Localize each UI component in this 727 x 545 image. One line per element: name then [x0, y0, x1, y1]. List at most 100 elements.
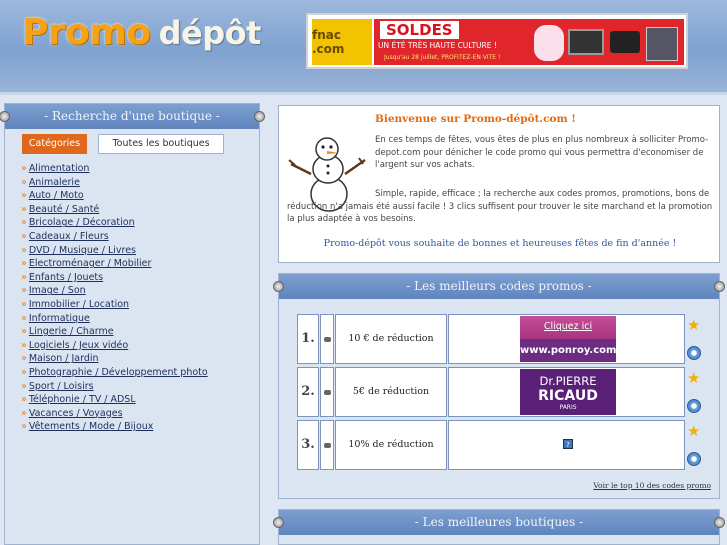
category-item[interactable]: » Informatique — [21, 312, 208, 326]
welcome-box: Bienvenue sur Promo-dépôt.com ! En ces t… — [278, 105, 720, 263]
shop-search-panel: - Recherche d'une boutique - Catégories … — [0, 103, 265, 545]
category-item[interactable]: » Electroménager / Mobilier — [21, 257, 208, 271]
bullet-icon: » — [21, 326, 27, 338]
logo-depot-text: dépôt — [158, 14, 262, 52]
category-item[interactable]: » Logiciels / Jeux vidéo — [21, 339, 208, 353]
category-link[interactable]: Electroménager / Mobilier — [29, 258, 152, 269]
category-item[interactable]: » Photographie / Développement photo — [21, 366, 208, 380]
category-link[interactable]: Beauté / Santé — [29, 204, 99, 215]
category-item[interactable]: » Lingerie / Charme — [21, 325, 208, 339]
category-link[interactable]: Animalerie — [29, 177, 80, 188]
bullet-cell — [320, 420, 334, 470]
bullet-icon: » — [21, 353, 27, 365]
star-icon[interactable]: ★ — [687, 423, 703, 439]
top10-codes-link[interactable]: Voir le top 10 des codes promo — [593, 481, 711, 490]
category-link[interactable]: Immobilier / Location — [29, 299, 129, 310]
bullet-icon — [324, 390, 331, 395]
category-item[interactable]: » Image / Son — [21, 284, 208, 298]
category-link[interactable]: Vêtements / Mode / Bijoux — [29, 421, 154, 432]
shop-logo-cell: Dr.PIERRE RICAUD PARIS — [448, 367, 685, 417]
best-shops-panel: - Les meilleures boutiques - — [273, 509, 725, 545]
category-item[interactable]: » Animalerie — [21, 176, 208, 190]
category-link[interactable]: Image / Son — [29, 285, 86, 296]
welcome-wishes: Promo-dépôt vous souhaite de bonnes et h… — [323, 238, 677, 249]
category-item[interactable]: » Cadeaux / Fleurs — [21, 230, 208, 244]
shop-search-title: - Recherche d'une boutique - — [44, 109, 220, 123]
category-link[interactable]: Sport / Loisirs — [29, 381, 94, 392]
category-item[interactable]: » Enfants / Jouets — [21, 271, 208, 285]
bullet-icon: » — [21, 285, 27, 297]
banner-promo-area: SOLDES UN ÉTÉ TRÈS HAUTE CULTURE ! Jusqu… — [374, 19, 684, 65]
category-item[interactable]: » Maison / Jardin — [21, 352, 208, 366]
rank-number: 1. — [297, 314, 319, 364]
code-description[interactable]: 10 € de réduction — [335, 314, 447, 364]
bullet-icon: » — [21, 407, 27, 419]
site-logo[interactable]: Promo dépôt — [22, 12, 261, 53]
table-row: 3. 10% de réduction ? ★ — [297, 420, 707, 473]
welcome-paragraph-1: En ces temps de fêtes, vous êtes de plus… — [375, 135, 709, 170]
category-item[interactable]: » DVD / Musique / Livres — [21, 244, 208, 258]
category-link[interactable]: Bricolage / Décoration — [29, 217, 135, 228]
tab-categories[interactable]: Catégories — [22, 134, 87, 154]
clock-icon[interactable] — [687, 452, 701, 466]
bullet-icon: » — [21, 312, 27, 324]
bolt-icon — [273, 517, 284, 528]
category-link[interactable]: Enfants / Jouets — [29, 272, 103, 283]
category-link[interactable]: Alimentation — [29, 163, 90, 174]
category-link[interactable]: Photographie / Développement photo — [29, 367, 208, 378]
bullet-cell — [320, 367, 334, 417]
category-item[interactable]: » Immobilier / Location — [21, 298, 208, 312]
fnac-ad-banner[interactable]: fnac .com SOLDES UN ÉTÉ TRÈS HAUTE CULTU… — [306, 13, 688, 69]
ponroy-logo[interactable]: Cliquez ici www.ponroy.com — [520, 316, 616, 362]
missing-image-icon[interactable]: ? — [563, 439, 573, 449]
code-description[interactable]: 5€ de réduction — [335, 367, 447, 417]
category-link[interactable]: Auto / Moto — [29, 190, 84, 201]
bolt-icon — [714, 281, 725, 292]
bullet-icon: » — [21, 190, 27, 202]
category-link[interactable]: Lingerie / Charme — [29, 326, 114, 337]
bullet-icon: » — [21, 258, 27, 270]
pierre-ricaud-logo[interactable]: Dr.PIERRE RICAUD PARIS — [520, 369, 616, 415]
category-item[interactable]: » Vêtements / Mode / Bijoux — [21, 420, 208, 434]
best-codes-table: 1. 10 € de réduction Cliquez ici www.pon… — [297, 314, 707, 473]
bolt-icon — [273, 281, 284, 292]
bullet-icon: » — [21, 394, 27, 406]
ponroy-click-here[interactable]: Cliquez ici — [520, 316, 616, 339]
clock-icon[interactable] — [687, 346, 701, 360]
category-link[interactable]: DVD / Musique / Livres — [29, 245, 136, 256]
bullet-icon — [324, 337, 331, 342]
best-codes-title: - Les meilleurs codes promos - — [406, 279, 592, 293]
tab-all-shops[interactable]: Toutes les boutiques — [98, 134, 224, 154]
category-item[interactable]: » Beauté / Santé — [21, 203, 208, 217]
category-link[interactable]: Vacances / Voyages — [29, 408, 123, 419]
bullet-cell — [320, 314, 334, 364]
table-row: 2. 5€ de réduction Dr.PIERRE RICAUD PARI… — [297, 367, 707, 420]
bullet-icon: » — [21, 203, 27, 215]
category-link[interactable]: Informatique — [29, 313, 90, 324]
bullet-icon: » — [21, 244, 27, 256]
welcome-title: Bienvenue sur Promo-dépôt.com ! — [375, 113, 576, 125]
bullet-icon: » — [21, 421, 27, 433]
star-icon[interactable]: ★ — [687, 370, 703, 386]
category-item[interactable]: » Vacances / Voyages — [21, 407, 208, 421]
bullet-icon: » — [21, 230, 27, 242]
category-link[interactable]: Logiciels / Jeux vidéo — [29, 340, 128, 351]
category-item[interactable]: » Auto / Moto — [21, 189, 208, 203]
code-description[interactable]: 10% de réduction — [335, 420, 447, 470]
category-link[interactable]: Cadeaux / Fleurs — [29, 231, 109, 242]
category-item[interactable]: » Alimentation — [21, 162, 208, 176]
rank-number: 2. — [297, 367, 319, 417]
category-link[interactable]: Téléphonie / TV / ADSL — [29, 394, 136, 405]
bullet-icon: » — [21, 298, 27, 310]
clock-icon[interactable] — [687, 399, 701, 413]
banner-camera-image — [610, 31, 640, 53]
category-item[interactable]: » Sport / Loisirs — [21, 380, 208, 394]
bolt-icon — [714, 517, 725, 528]
rank-number: 3. — [297, 420, 319, 470]
category-link[interactable]: Maison / Jardin — [29, 353, 99, 364]
bullet-icon: » — [21, 163, 27, 174]
best-codes-panel: - Les meilleurs codes promos - 1. 10 € d… — [273, 273, 725, 499]
category-item[interactable]: » Bricolage / Décoration — [21, 216, 208, 230]
category-item[interactable]: » Téléphonie / TV / ADSL — [21, 393, 208, 407]
star-icon[interactable]: ★ — [687, 317, 703, 333]
